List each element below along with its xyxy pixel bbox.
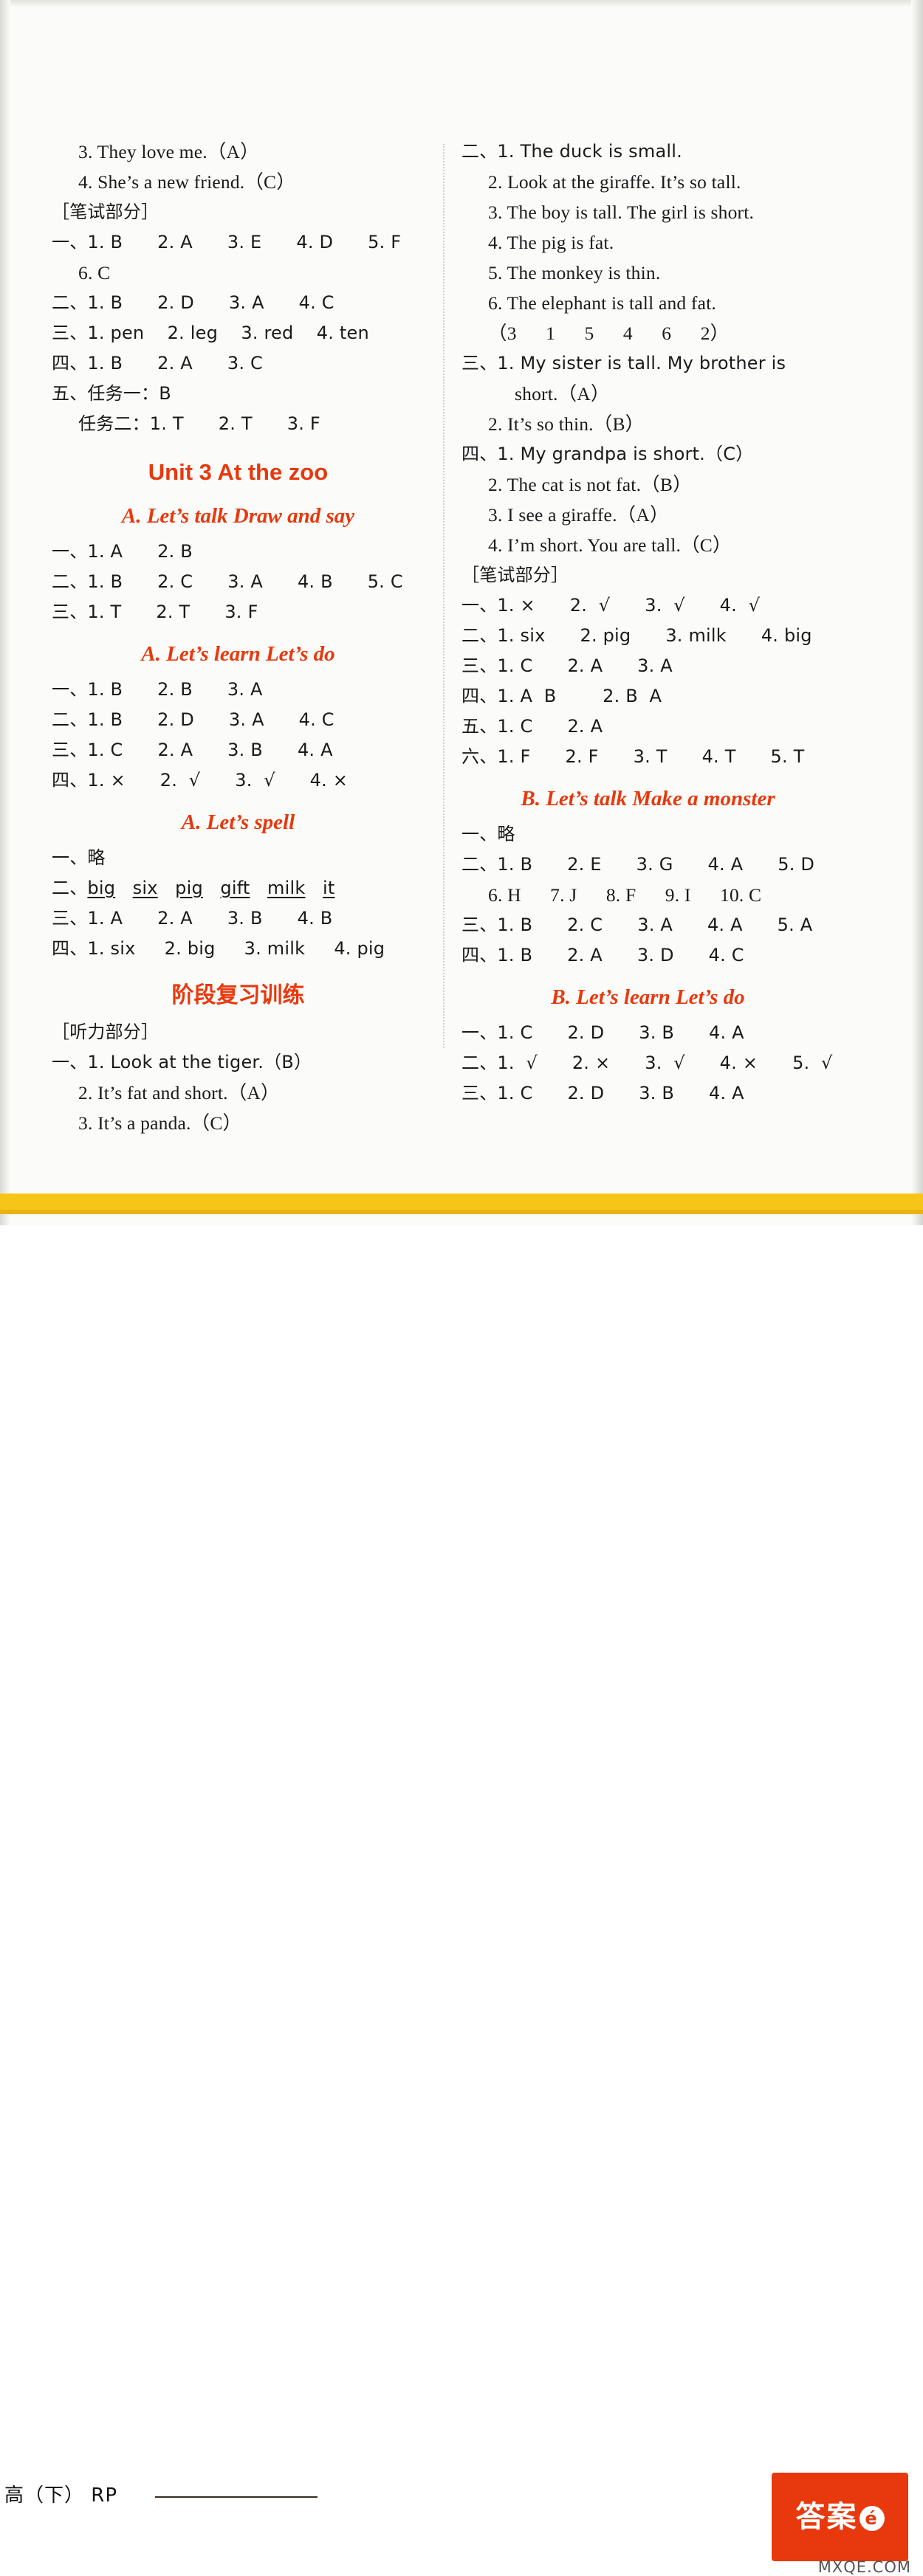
answer-line: （3 1 5 4 6 2） [488, 323, 730, 344]
answer-content: 3. They love me.（A） 4. She’s a new friend… [44, 137, 871, 1134]
answer-logo-badge: é [859, 2506, 885, 2531]
spelling-word: big [87, 878, 116, 898]
answer-line: 2. It’s fat and short.（A） [78, 1082, 280, 1103]
answer-line: 一、1. B 2. A 3. E 4. D 5. F [52, 232, 402, 252]
answer-line: 一、略 [461, 824, 515, 844]
answer-line: 五、1. C 2. A [461, 716, 603, 737]
word-gap [250, 878, 268, 898]
answer-line: 6. The elephant is tall and fat. [488, 292, 717, 314]
answer-line: 一、略 [52, 847, 106, 868]
answer-line: 四、1. My grandpa is short.（C） [461, 444, 754, 464]
unit-heading: Unit 3 At the zoo [148, 459, 329, 485]
answer-key-page: 3. They love me.（A） 4. She’s a new friend… [0, 0, 923, 2576]
section-heading: A. Let’s talk Draw and say [121, 504, 355, 528]
answer-line: 二、1. B 2. D 3. A 4. C [52, 292, 334, 313]
spelling-word: gift [220, 878, 250, 898]
column-divider [443, 144, 445, 1048]
answer-line: 二、big six pig gift milk it [52, 873, 425, 903]
answer-line: 二、1. B 2. C 3. A 4. B 5. C [52, 571, 403, 592]
answer-line: 任务二：1. T 2. T 3. F [78, 413, 320, 434]
answer-line: 4. I’m short. You are tall.（C） [488, 534, 732, 556]
answer-line: 四、1. six 2. big 3. milk 4. pig [52, 938, 385, 959]
answer-line: 四、1. × 2. √ 3. √ 4. × [52, 770, 349, 791]
answer-line: 2. Look at the giraffe. It’s so tall. [488, 171, 741, 193]
answer-line: 二、1. √ 2. × 3. √ 4. × 5. √ [461, 1053, 833, 1073]
answer-line: 三、1. B 2. C 3. A 4. A 5. A [461, 915, 813, 935]
word-gap [334, 878, 352, 898]
answer-line: 二、1. B 2. D 3. A 4. C [52, 709, 334, 730]
answer-line: 6. H 7. J 8. F 9. I 10. C [488, 884, 762, 906]
answer-line: 5. The monkey is thin. [488, 262, 661, 283]
word-gap [115, 878, 133, 898]
section-heading: A. Let’s spell [181, 810, 295, 834]
answer-line: 三、1. T 2. T 3. F [52, 602, 258, 622]
answer-line: 一、1. B 2. B 3. A [52, 679, 263, 700]
word-gap [305, 878, 323, 898]
answer-line: 2. The cat is not fat.（B） [488, 474, 692, 495]
watermark-text: MXQE.COM [817, 2558, 911, 2576]
footer-book-label: 高（下） RP [4, 2484, 118, 2507]
answer-line: ［笔试部分］ [461, 565, 569, 585]
answer-line: 一、1. A 2. B [52, 541, 193, 562]
section-heading: A. Let’s learn Let’s do [141, 642, 335, 666]
answer-line: 4. The pig is fat. [488, 232, 614, 253]
answer-line: 四、1. B 2. A 3. C [52, 353, 263, 373]
left-answer-column: 3. They love me.（A） 4. She’s a new friend… [52, 137, 425, 1138]
spelling-word: six [132, 878, 158, 898]
footer-rule [155, 2496, 318, 2498]
section-heading: B. Let’s learn Let’s do [551, 985, 745, 1009]
answer-line: 二、1. six 2. pig 3. milk 4. big [461, 625, 812, 646]
word-gap [158, 878, 176, 898]
answer-line: 一、1. Look at the tiger.（B） [52, 1052, 312, 1072]
right-answer-column: 二、1. The duck is small. 2. Look at the gi… [461, 137, 834, 1109]
answer-line: short.（A） [515, 383, 610, 404]
answer-line: 五、任务一：B [52, 383, 171, 404]
page-footer: 高（下） RP 答案 é MXQE.COM [0, 1225, 923, 2576]
answer-line: 三、1. My sister is tall. My brother is [461, 353, 786, 373]
spelling-word: milk [267, 878, 306, 898]
answer-line: 6. C [78, 262, 111, 283]
answer-line: 三、1. pen 2. leg 3. red 4. ten [52, 323, 369, 343]
answer-line: 三、1. C 2. D 3. B 4. A [461, 1083, 744, 1103]
spelling-word: pig [175, 878, 203, 898]
answer-line: 3. They love me.（A） [78, 141, 259, 162]
answer-line: 二、1. B 2. E 3. G 4. A 5. D [461, 854, 815, 875]
answer-logo-text: 答案 [795, 2500, 858, 2534]
review-heading: 阶段复习训练 [171, 982, 305, 1008]
page-edge-left [0, 0, 10, 1359]
answer-logo: 答案 é [772, 2473, 908, 2561]
answer-line: 三、1. C 2. A 3. A [461, 655, 673, 676]
answer-line: 一、1. × 2. √ 3. √ 4. √ [461, 595, 761, 616]
answer-line: ［笔试部分］ [52, 202, 159, 222]
section-heading: B. Let’s talk Make a monster [521, 787, 775, 810]
answer-line: 2. It’s so thin.（B） [488, 413, 645, 435]
footer-band [0, 1194, 923, 1210]
answer-line: 二、1. The duck is small. [461, 141, 682, 162]
answer-line: ［听力部分］ [52, 1022, 159, 1042]
spelling-word: it [322, 878, 335, 898]
answer-line: 三、1. A 2. A 3. B 4. B [52, 908, 333, 929]
answer-line: 4. She’s a new friend.（C） [78, 171, 295, 193]
page-edge-top [0, 0, 923, 7]
answer-line: 3. I see a giraffe.（A） [488, 504, 669, 526]
answer-line: 3. The boy is tall. The girl is short. [488, 202, 755, 223]
page-edge-right [911, 0, 923, 1359]
answer-line: 三、1. C 2. A 3. B 4. A [52, 740, 333, 760]
answer-line: 3. It’s a panda.（C） [78, 1112, 242, 1134]
answer-line: 四、1. B 2. A 3. D 4. C [461, 945, 744, 965]
answer-line: 一、1. C 2. D 3. B 4. A [461, 1022, 744, 1043]
answer-line: 六、1. F 2. F 3. T 4. T 5. T [461, 746, 805, 767]
answer-line: 四、1. A B 2. B A [461, 686, 662, 706]
word-gap [203, 878, 221, 898]
footer-band-shadow [0, 1210, 923, 1214]
answer-line-prefix: 二、 [52, 878, 88, 898]
